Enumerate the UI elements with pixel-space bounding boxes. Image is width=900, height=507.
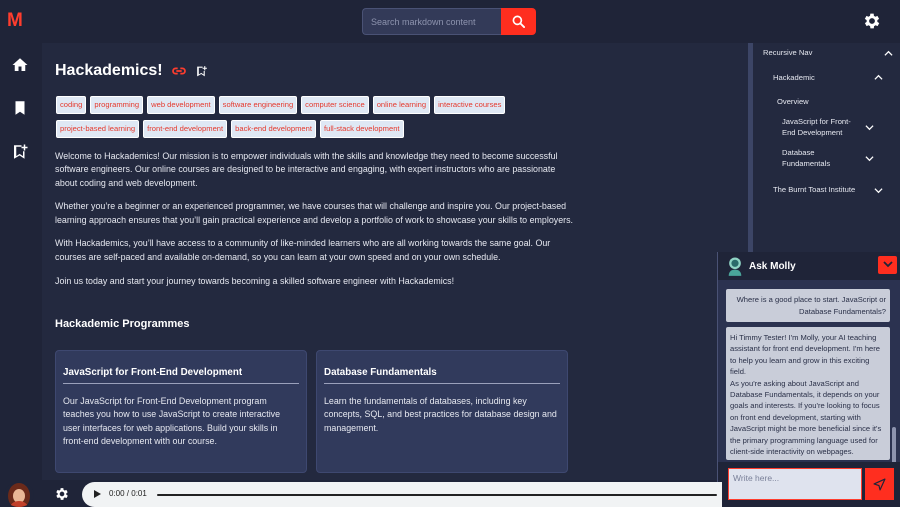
section-heading: Hackademic Programmes: [55, 318, 190, 330]
nav-group-hackademic[interactable]: Hackademic: [773, 73, 815, 84]
bookmark-add-icon[interactable]: [11, 143, 29, 161]
recursive-nav: Recursive Nav Hackademic Overview JavaSc…: [748, 43, 900, 255]
bookmark-icon[interactable]: [11, 99, 29, 117]
nav-item-burnt-toast[interactable]: The Burnt Toast Institute: [773, 185, 855, 196]
settings-gear-icon[interactable]: [862, 11, 882, 31]
top-bar: M: [0, 0, 900, 43]
chat-panel: Ask Molly Where is a good place to start…: [717, 252, 900, 507]
page-title: Hackademics!: [55, 62, 163, 79]
send-button[interactable]: [865, 468, 894, 500]
link-icon[interactable]: [171, 65, 187, 77]
chevron-down-icon[interactable]: [865, 123, 874, 132]
tag-list: coding programming web development softw…: [56, 96, 536, 138]
chat-input[interactable]: [728, 468, 862, 500]
tag[interactable]: full-stack development: [319, 120, 404, 138]
play-icon[interactable]: [94, 490, 101, 498]
audio-player: 0:00 / 0:01: [82, 482, 722, 507]
paragraph: Whether you’re a beginner or an experien…: [55, 201, 573, 225]
tag[interactable]: web development: [147, 96, 215, 114]
send-icon: [873, 477, 886, 491]
bookmark-add-icon[interactable]: [195, 64, 208, 79]
home-icon[interactable]: [11, 56, 29, 74]
tag[interactable]: project-based learning: [56, 120, 140, 138]
chevron-down-icon[interactable]: [865, 154, 874, 163]
tag[interactable]: coding: [56, 96, 87, 114]
nav-item-overview[interactable]: Overview: [777, 97, 809, 108]
tag[interactable]: programming: [90, 96, 144, 114]
user-avatar[interactable]: [4, 482, 34, 507]
assistant-message-text: As you're asking about JavaScript and Da…: [730, 378, 882, 457]
assistant-avatar-icon: [728, 257, 742, 276]
chevron-down-icon[interactable]: [874, 186, 883, 195]
card-title: Database Fundamentals: [324, 367, 560, 384]
chevron-up-icon[interactable]: [874, 73, 883, 82]
tag[interactable]: computer science: [301, 96, 369, 114]
card-title: JavaScript for Front-End Development: [63, 367, 299, 384]
left-rail: [0, 43, 42, 507]
programme-card[interactable]: Database Fundamentals Learn the fundamen…: [316, 350, 568, 473]
card-body: Our JavaScript for Front-End Development…: [63, 396, 281, 446]
search-button[interactable]: [501, 8, 536, 35]
main-content: Hackademics! coding programming web deve…: [42, 43, 748, 480]
user-message: Where is a good place to start. JavaScri…: [726, 289, 890, 322]
paragraph: With Hackademics, you’ll have access to …: [55, 238, 551, 262]
audio-time: 0:00 / 0:01: [109, 489, 147, 498]
chevron-down-icon: [882, 261, 893, 268]
assistant-message: Hi Timmy Tester! I'm Molly, your AI teac…: [726, 327, 890, 460]
chat-composer: [718, 462, 900, 507]
nav-item-database[interactable]: Database Fundamentals: [782, 148, 852, 169]
card-body: Learn the fundamentals of databases, inc…: [324, 396, 557, 433]
chevron-up-icon[interactable]: [884, 49, 893, 58]
intro-text: Welcome to Hackademics! Our mission is t…: [55, 150, 575, 298]
search-bar: [362, 8, 536, 35]
tag[interactable]: back-end development: [231, 120, 316, 138]
tag[interactable]: online learning: [372, 96, 431, 114]
tag[interactable]: front-end development: [143, 120, 228, 138]
chat-collapse-button[interactable]: [878, 256, 897, 274]
nav-item-javascript[interactable]: JavaScript for Front-End Development: [782, 117, 862, 138]
programme-card[interactable]: JavaScript for Front-End Development Our…: [55, 350, 307, 473]
search-icon: [512, 15, 525, 28]
chat-title: Ask Molly: [749, 261, 796, 272]
audio-seek-bar[interactable]: [157, 494, 717, 496]
chat-header: Ask Molly: [718, 252, 900, 280]
app-logo[interactable]: M: [7, 10, 23, 32]
search-input[interactable]: [362, 8, 502, 35]
title-row: Hackademics!: [55, 62, 208, 80]
chat-scrollbar[interactable]: [892, 427, 896, 467]
settings-gear-icon[interactable]: [54, 486, 70, 502]
paragraph: Welcome to Hackademics! Our mission is t…: [55, 151, 558, 188]
tag[interactable]: interactive courses: [434, 96, 506, 114]
paragraph: Join us today and start your journey tow…: [55, 275, 455, 286]
tag[interactable]: software engineering: [218, 96, 298, 114]
nav-root[interactable]: Recursive Nav: [763, 48, 812, 59]
nav-divider: [748, 43, 753, 255]
assistant-message-text: Hi Timmy Tester! I'm Molly, your AI teac…: [730, 333, 881, 377]
